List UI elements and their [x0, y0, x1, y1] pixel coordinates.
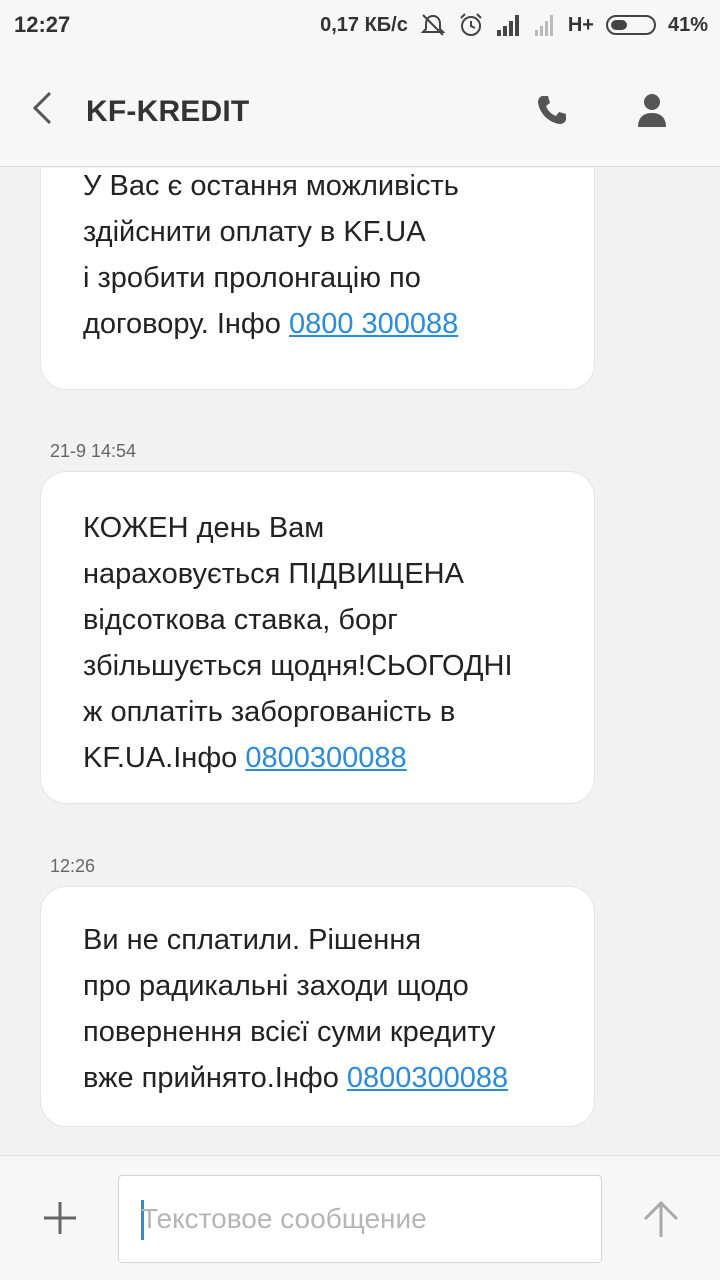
- network-speed: 0,17 КБ/с: [320, 13, 408, 36]
- phone-link[interactable]: 0800300088: [245, 742, 406, 774]
- back-button[interactable]: [22, 88, 62, 128]
- battery-percent: 41%: [667, 13, 708, 36]
- composer-bar: [0, 1155, 720, 1280]
- back-arrow-icon: [32, 91, 52, 125]
- battery-icon: [605, 12, 656, 38]
- message-body: КОЖЕН день Вам нараховується ПІДВИЩЕНА в…: [83, 512, 513, 774]
- mute-icon: [420, 12, 446, 38]
- conversation-header: KF-KREDIT: [0, 50, 720, 167]
- network-type: H+: [567, 13, 594, 36]
- message-timestamp: 21-9 14:54: [50, 441, 137, 461]
- phone-link[interactable]: 0800300088: [347, 1062, 508, 1094]
- contact-button[interactable]: [630, 88, 674, 132]
- status-bar: 12:27 0,17 КБ/с H+ 41%: [0, 0, 720, 50]
- message-bubble[interactable]: Ви не сплатили. Рішення про радикальні з…: [40, 886, 595, 1127]
- alarm-icon: [458, 12, 484, 38]
- call-button[interactable]: [530, 88, 574, 132]
- signal-icon: [496, 12, 522, 38]
- phone-icon: [538, 96, 566, 124]
- signal-icon-2: [534, 12, 556, 38]
- message-input[interactable]: [141, 1176, 591, 1262]
- message-timestamp: 12:26: [50, 856, 96, 876]
- send-arrow-icon: [643, 1200, 679, 1237]
- contact-icon: [638, 94, 666, 127]
- status-right: 0,17 КБ/с H+ 41%: [320, 12, 708, 38]
- message-bubble[interactable]: КОЖЕН день Вам нараховується ПІДВИЩЕНА в…: [40, 471, 595, 804]
- message-text: У Вас є остання можливість здійснити опл…: [83, 168, 564, 347]
- conversation-title: KF-KREDIT: [86, 95, 250, 128]
- message-list[interactable]: У Вас є остання можливість здійснити опл…: [0, 168, 720, 1155]
- status-time: 12:27: [14, 12, 71, 37]
- send-button[interactable]: [638, 1196, 684, 1242]
- message-text: КОЖЕН день Вам нараховується ПІДВИЩЕНА в…: [83, 486, 564, 781]
- battery-fill: [610, 20, 627, 30]
- phone-link[interactable]: 0800 300088: [289, 308, 458, 340]
- message-bubble[interactable]: У Вас є остання можливість здійснити опл…: [40, 168, 595, 390]
- add-attachment-button[interactable]: [38, 1196, 82, 1240]
- message-input-box[interactable]: [118, 1175, 602, 1263]
- plus-icon: [44, 1202, 76, 1234]
- message-text: Ви не сплатили. Рішення про радикальні з…: [83, 901, 564, 1101]
